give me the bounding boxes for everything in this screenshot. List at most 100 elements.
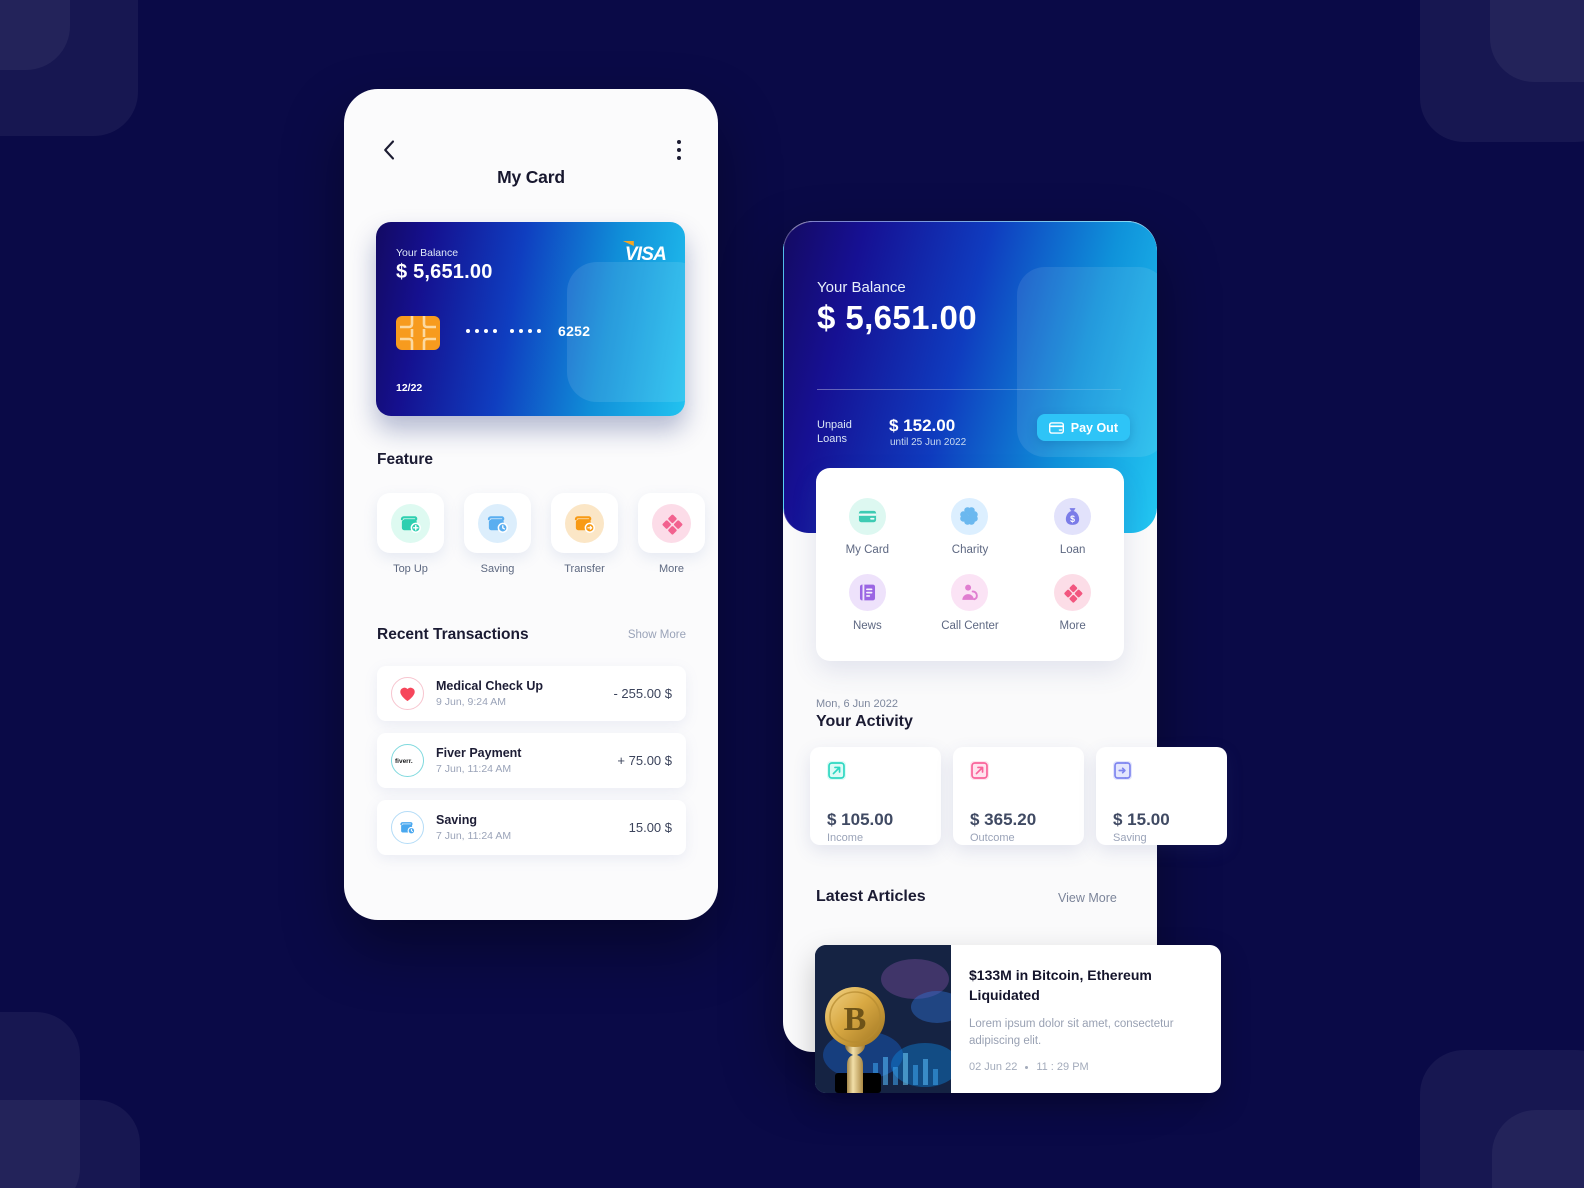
bg-shape-tr-a [1420,0,1584,142]
transaction-row[interactable]: Medical Check Up 9 Jun, 9:24 AM - 255.00 $ [377,666,686,721]
transactions-heading: Recent Transactions [377,626,529,643]
activity-label: Income [827,832,864,844]
saving-arrow-icon [1114,762,1131,779]
bg-shape-br-b [1492,1110,1584,1188]
feature-item-top-up[interactable]: Top Up [377,493,444,575]
transaction-row[interactable]: fiverr. Fiver Payment 7 Jun, 11:24 AM + 75.… [377,733,686,788]
wallet-plus-icon [400,515,421,533]
feature-tile[interactable] [551,493,618,553]
mask-group [510,329,541,333]
feature-icon-bg [565,503,604,543]
menu-icon-bg: $ [1054,497,1092,535]
meta-separator-dot [1025,1065,1029,1069]
page-title: My Card [497,167,565,187]
menu-item-news[interactable]: News [816,573,919,632]
transaction-amount: 15.00 $ [628,820,672,835]
visa-wordmark: VISA [624,244,667,265]
feature-heading: Feature [377,451,433,468]
card-balance-label: Your Balance [396,247,459,259]
menu-icon-bg [848,573,886,611]
view-more-link[interactable]: View More [1058,891,1117,905]
card-last4: 6252 [558,323,591,339]
feature-tile[interactable] [377,493,444,553]
transaction-date: 9 Jun, 9:24 AM [436,696,507,708]
credit-card[interactable]: Your Balance $ 5,651.00 VISA 6252 12/22 [376,222,685,416]
show-more-link[interactable]: Show More [628,629,686,641]
bg-shape-tl-a [0,0,70,70]
clover-heart-icon [960,506,979,525]
heart-icon [400,687,415,701]
support-agent-icon [962,584,979,600]
money-bag-icon: $ [1066,507,1080,525]
feature-label: Top Up [393,563,428,575]
svg-text:$: $ [1070,513,1075,523]
feature-tile[interactable] [464,493,531,553]
feature-icon-bg [391,503,430,543]
transaction-name: Fiver Payment [436,746,522,760]
article-title: $133M in Bitcoin, Ethereum Liquidated [969,967,1152,1003]
activity-value: $ 15.00 [1113,810,1170,829]
kebab-dot [677,140,681,144]
feature-item-saving[interactable]: Saving [464,493,531,575]
back-button[interactable] [376,137,402,163]
phone-screen-home: Your Balance $ 5,651.00 Unpaid Loans $ 1… [783,221,1227,1093]
menu-item-more[interactable]: More [1021,573,1124,632]
feature-icon-bg [478,503,517,543]
menu-item-loan[interactable]: $ Loan [1021,497,1124,556]
unpaid-loans-label-line2: Loans [817,432,847,445]
menu-item-charity[interactable]: Charity [919,497,1022,556]
card-balance-value: $ 5,651.00 [396,261,493,283]
menu-icon-bg [1054,573,1092,611]
pay-out-button[interactable]: Pay Out [1036,414,1130,441]
income-arrow-icon [828,762,845,779]
article-excerpt: Lorem ipsum dolor sit amet, consectetur … [969,1018,1174,1047]
feature-label: Saving [480,563,515,575]
article-text: $133M in Bitcoin, Ethereum Liquidated Lo… [951,945,1221,1093]
transaction-list: Medical Check Up 9 Jun, 9:24 AM - 255.00 $… [377,666,686,867]
feature-tile[interactable] [638,493,705,553]
bg-shape-bl-b [0,1100,140,1188]
four-diamonds-icon [1064,583,1083,603]
overflow-menu-button[interactable] [668,137,690,163]
menu-label: My Card [845,543,890,556]
transaction-row[interactable]: Saving 7 Jun, 11:24 AM 15.00 $ [377,800,686,855]
activity-card-saving[interactable]: $ 15.00 Saving [1096,747,1227,845]
feature-item-more[interactable]: More [638,493,705,575]
card-divider [817,389,1121,390]
top-bar [344,137,718,167]
card-number-masked: 6252 [466,323,590,339]
activity-title: Your Activity [816,713,913,730]
unpaid-loans-label: Unpaid Loans [817,419,852,446]
bg-shape-bl-a [0,1012,80,1188]
transaction-date: 7 Jun, 11:24 AM [436,830,512,842]
activity-card-row: $ 105.00 Income $ 365.20 Outcome $ 15.00 Savi… [810,747,1227,845]
transaction-icon [391,677,424,710]
article-meta: 02 Jun 22 11 : 29 PM [969,1061,1203,1073]
article-card[interactable]: B $133M in Bitcoin, Ethereum Liquidated … [815,945,1221,1093]
credit-card-icon [858,510,876,522]
bg-shape-tl-b [0,0,138,136]
activity-icon [827,761,846,780]
menu-item-my-card[interactable]: My Card [816,497,919,556]
transaction-info: Fiver Payment 7 Jun, 11:24 AM [436,746,617,775]
svg-text:B: B [844,1001,867,1038]
menu-label: Loan [1059,543,1086,556]
article-time: 11 : 29 PM [1036,1061,1089,1073]
activity-date: Mon, 6 Jun 2022 [816,698,898,710]
feature-item-transfer[interactable]: Transfer [551,493,618,575]
activity-card-outcome[interactable]: $ 365.20 Outcome [953,747,1084,845]
activity-icon [1113,761,1132,780]
svg-text:fiverr.: fiverr. [395,758,413,765]
feature-row: Top Up Saving Transfer More [377,493,705,575]
bg-shape-br-a [1420,1050,1584,1188]
transaction-info: Medical Check Up 9 Jun, 9:24 AM [436,679,613,708]
feature-icon-bg [652,503,691,543]
unpaid-loans-until: until 25 Jun 2022 [890,437,967,448]
activity-card-income[interactable]: $ 105.00 Income [810,747,941,845]
menu-item-call-center[interactable]: Call Center [919,573,1022,632]
menu-label: More [1059,619,1086,632]
mask-group [466,329,497,333]
feature-label: Transfer [564,563,605,575]
menu-label: Call Center [941,619,999,632]
kebab-dot [677,156,681,160]
